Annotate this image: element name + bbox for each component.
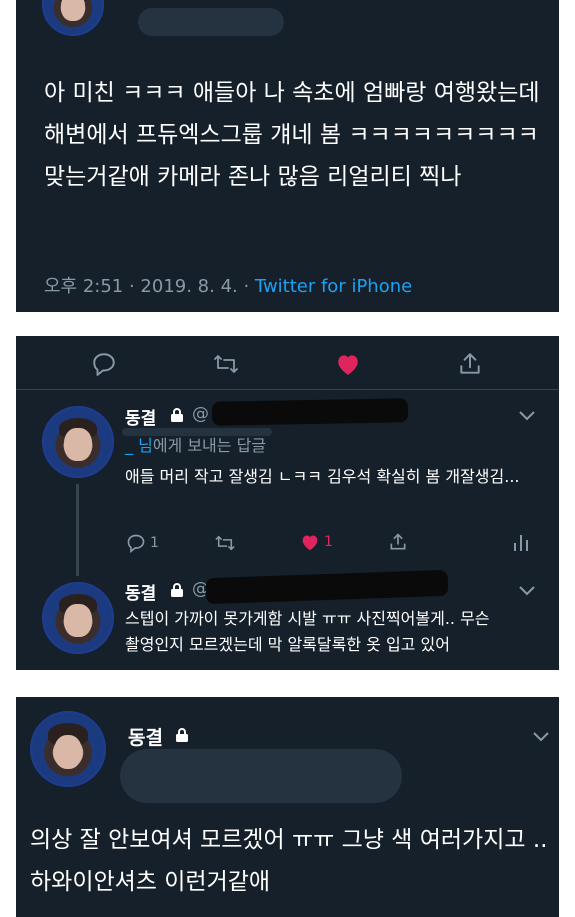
- chevron-down-icon[interactable]: [518, 585, 536, 597]
- lock-icon: [171, 583, 183, 597]
- share-icon: [390, 533, 406, 550]
- avatar[interactable]: [30, 711, 106, 787]
- chevron-down-icon[interactable]: [532, 731, 550, 743]
- like-button[interactable]: 1: [300, 533, 333, 551]
- reply-to-mention[interactable]: _ 님: [125, 436, 153, 455]
- tweet-meta: 오후 2:51 · 2019. 8. 4. · Twitter for iPho…: [44, 272, 412, 298]
- retweet-button[interactable]: [212, 350, 240, 378]
- reply-icon: [127, 534, 145, 553]
- retweet-icon: [214, 355, 238, 373]
- share-button[interactable]: [388, 532, 408, 552]
- retweet-icon: [215, 535, 235, 551]
- lock-icon: [171, 408, 183, 422]
- thread-connector: [76, 484, 79, 576]
- tweet-timestamp: 오후 2:51 · 2019. 8. 4. ·: [44, 276, 255, 297]
- avatar[interactable]: [42, 0, 104, 36]
- reply-icon: [93, 353, 115, 376]
- tweet-text: 아 미친 ㅋㅋㅋ 애들아 나 속초에 엄빠랑 여행왔는데 해변에서 프듀엑스그룹…: [44, 80, 540, 190]
- retweet-button[interactable]: [214, 533, 236, 553]
- share-icon: [460, 353, 480, 374]
- share-button[interactable]: [456, 350, 484, 378]
- reply-thread-panel: 동결 @ _ 님에게 보내는 답글 애들 머리 작고 잘생김 ㄴㅋㅋ 김우석 확…: [16, 336, 559, 670]
- like-count: 1: [324, 534, 333, 550]
- reply-author-handle[interactable]: @: [192, 404, 209, 424]
- tweet-panel-followup: 동결 의상 잘 안보여셔 모르겠어 ㅠㅠ 그냥 색 여러가지고 .. 하와이안셔…: [16, 697, 559, 917]
- reply-author-name[interactable]: 동결: [125, 579, 156, 604]
- reply-text: 스텝이 가까이 못가게함 시발 ㅠㅠ 사진찍어볼게.. 무슨 촬영인지 모르겠는…: [125, 609, 490, 654]
- heart-filled-icon: [338, 355, 358, 375]
- lock-icon: [176, 728, 188, 742]
- tweet-panel-main: 아 미친 ㅋㅋㅋ 애들아 나 속초에 엄빠랑 여행왔는데 해변에서 프듀엑스그룹…: [16, 0, 559, 312]
- redacted-handle: [205, 569, 449, 605]
- reply-avatar[interactable]: [42, 406, 114, 478]
- analytics-button[interactable]: [512, 532, 530, 552]
- redacted-handle: [211, 398, 409, 426]
- analytics-icon: [514, 535, 528, 551]
- tweet-author-name[interactable]: 동결: [128, 723, 163, 750]
- reply-author-name[interactable]: 동결: [125, 404, 156, 429]
- reply-text: 애들 머리 작고 잘생김 ㄴㅋㅋ 김우석 확실히 봄 개잘생김...: [125, 467, 520, 486]
- like-button[interactable]: [334, 350, 362, 378]
- reply-button[interactable]: [90, 350, 118, 378]
- redacted-handle: [138, 8, 284, 36]
- heart-filled-icon: [302, 535, 318, 551]
- tweet-action-bar: [16, 344, 559, 380]
- reply-count: 1: [150, 535, 159, 551]
- chevron-down-icon[interactable]: [518, 410, 536, 422]
- redacted-handle: [120, 749, 402, 803]
- reply-avatar[interactable]: [42, 582, 114, 654]
- reply-button[interactable]: 1: [126, 533, 159, 553]
- divider: [16, 389, 559, 390]
- tweet-source-link[interactable]: Twitter for iPhone: [255, 276, 412, 297]
- tweet-text: 의상 잘 안보여셔 모르겠어 ㅠㅠ 그냥 색 여러가지고 .. 하와이안셔츠 이…: [30, 827, 548, 895]
- redacted-mention: [122, 428, 272, 436]
